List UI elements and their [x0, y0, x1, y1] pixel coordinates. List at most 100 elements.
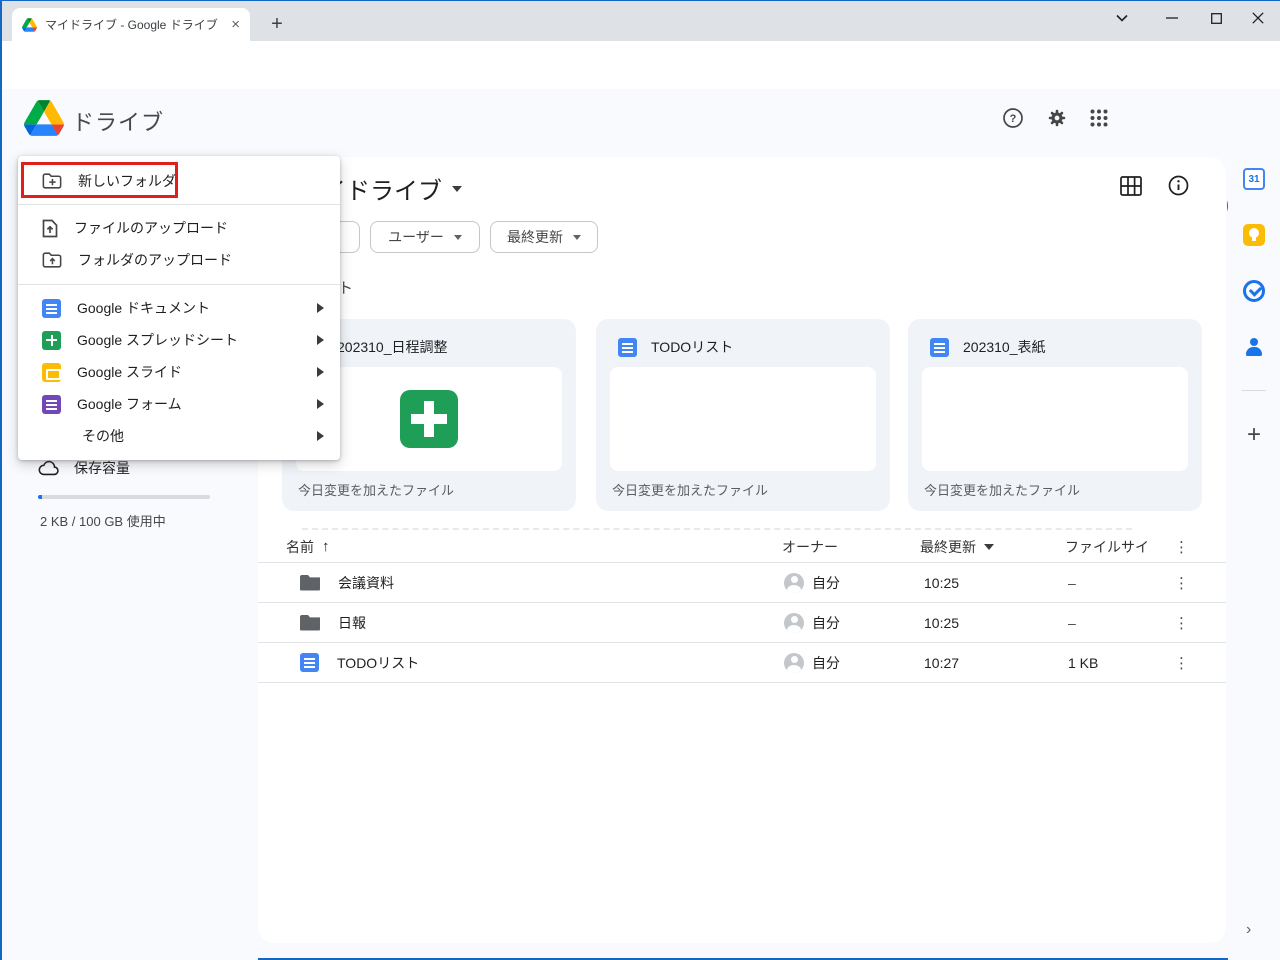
browser-toolbar: ← → ↻ drive.google.com/drive/my-drive ☆ …	[2, 41, 1280, 89]
tab-search-chevron-icon[interactable]	[1100, 1, 1144, 35]
chip-label: ユーザー	[388, 227, 444, 247]
owner-avatar	[784, 573, 804, 593]
browser-titlebar: マイドライブ - Google ドライブ × +	[2, 1, 1280, 41]
file-size: –	[1068, 615, 1076, 631]
chevron-down-icon	[454, 235, 462, 240]
column-header-modified[interactable]: 最終更新	[920, 531, 994, 562]
sheets-large-icon	[400, 390, 458, 448]
menu-item-google-sheets[interactable]: Google スプレッドシート	[18, 324, 340, 356]
calendar-icon[interactable]: 31	[1242, 167, 1266, 191]
row-kebab-icon[interactable]: ⋮	[1174, 603, 1189, 642]
row-kebab-icon[interactable]: ⋮	[1174, 563, 1189, 602]
menu-item-google-slides[interactable]: Google スライド	[18, 356, 340, 388]
chip-label: 最終更新	[507, 227, 563, 247]
storage-usage-text: 2 KB / 100 GB 使用中	[40, 511, 166, 530]
suggested-card-3[interactable]: 202310_表紙 今日変更を加えたファイル	[908, 319, 1202, 511]
contacts-icon[interactable]	[1242, 335, 1266, 359]
drive-favicon	[22, 18, 37, 32]
new-tab-button[interactable]: +	[264, 11, 290, 37]
menu-divider	[18, 204, 340, 205]
tasks-icon[interactable]	[1242, 279, 1266, 303]
file-upload-icon	[42, 219, 58, 238]
window-minimize-button[interactable]	[1150, 1, 1194, 35]
submenu-arrow-icon	[317, 399, 324, 409]
owner-avatar	[784, 653, 804, 673]
card-title: TODOリスト	[651, 337, 733, 357]
file-table-header: 名前↑ オーナー 最終更新 ファイルサイ ⋮	[258, 531, 1226, 563]
forms-icon	[42, 395, 61, 414]
storage-progress-bar	[38, 495, 210, 499]
suggested-card-2[interactable]: TODOリスト 今日変更を加えたファイル	[596, 319, 890, 511]
file-size: 1 KB	[1068, 655, 1098, 671]
menu-item-google-forms[interactable]: Google フォーム	[18, 388, 340, 420]
grid-view-toggle-icon[interactable]	[1120, 176, 1142, 196]
table-row[interactable]: 日報 自分 10:25 – ⋮	[258, 603, 1226, 643]
owner-avatar	[784, 613, 804, 633]
modified-time: 10:25	[924, 575, 959, 591]
file-name: TODOリスト	[337, 653, 419, 673]
file-size: –	[1068, 575, 1076, 591]
settings-gear-icon[interactable]	[1037, 98, 1077, 138]
cloud-icon	[38, 460, 60, 476]
submenu-arrow-icon	[317, 335, 324, 345]
submenu-arrow-icon	[317, 367, 324, 377]
modified-time: 10:27	[924, 655, 959, 671]
storage-label: 保存容量	[74, 458, 130, 478]
menu-item-more[interactable]: その他	[18, 420, 340, 452]
card-preview	[922, 367, 1188, 471]
help-icon[interactable]: ?	[993, 98, 1033, 138]
card-caption: 今日変更を加えたファイル	[612, 480, 768, 499]
drive-app-name: ドライブ	[72, 105, 164, 137]
menu-item-label: ファイルのアップロード	[74, 218, 324, 238]
column-header-size[interactable]: ファイルサイ	[1065, 531, 1149, 562]
sort-ascending-arrow-icon: ↑	[322, 538, 330, 555]
sheets-icon	[42, 331, 61, 350]
browser-tab[interactable]: マイドライブ - Google ドライブ ×	[12, 8, 250, 41]
docs-file-icon	[930, 338, 949, 357]
row-kebab-icon[interactable]: ⋮	[1174, 643, 1189, 682]
page-title-caret-icon	[452, 186, 462, 192]
card-title: 202310_日程調整	[337, 337, 448, 357]
drive-header: ドライブ ドライブで検索 ? ECCS Cloud Mail	[2, 89, 1280, 147]
folder-icon	[300, 615, 320, 631]
keep-icon[interactable]	[1242, 223, 1266, 247]
table-top-dashed-line	[302, 528, 1132, 530]
modified-time: 10:25	[924, 615, 959, 631]
slides-icon	[42, 363, 61, 382]
menu-item-google-docs[interactable]: Google ドキュメント	[18, 292, 340, 324]
drive-logo[interactable]	[24, 100, 64, 136]
menu-item-label: Google フォーム	[77, 394, 301, 414]
menu-item-file-upload[interactable]: ファイルのアップロード	[18, 212, 340, 244]
side-panel-divider	[1242, 390, 1266, 391]
filter-chip-modified[interactable]: 最終更新	[490, 221, 598, 253]
google-apps-grid-icon[interactable]	[1079, 98, 1119, 138]
owner-name: 自分	[812, 573, 840, 593]
tab-close-icon[interactable]: ×	[231, 16, 240, 33]
card-preview	[610, 367, 876, 471]
column-header-owner[interactable]: オーナー	[782, 531, 838, 562]
new-menu-dropdown: 新しいフォルダ ファイルのアップロード フォルダのアップロード Google ド…	[18, 156, 340, 460]
card-title: 202310_表紙	[963, 337, 1046, 357]
suggested-section-label-fragment: ト	[338, 277, 353, 298]
chevron-down-icon	[984, 544, 994, 550]
column-header-name[interactable]: 名前↑	[286, 531, 330, 562]
window-maximize-button[interactable]	[1194, 1, 1238, 35]
menu-item-folder-upload[interactable]: フォルダのアップロード	[18, 244, 340, 276]
filter-chip-user[interactable]: ユーザー	[370, 221, 480, 253]
add-panel-app-icon[interactable]: +	[1242, 423, 1266, 447]
expand-side-panel-chevron-icon[interactable]: ›	[1246, 921, 1251, 939]
file-name: 日報	[338, 613, 366, 633]
file-name: 会議資料	[338, 573, 394, 593]
menu-item-label: その他	[82, 426, 301, 446]
column-header-kebab-icon[interactable]: ⋮	[1174, 531, 1189, 562]
storage-item[interactable]: 保存容量	[38, 458, 130, 478]
submenu-arrow-icon	[317, 303, 324, 313]
table-row[interactable]: TODOリスト 自分 10:27 1 KB ⋮	[258, 643, 1226, 683]
annotation-highlight-box	[21, 162, 178, 198]
menu-item-label: Google スプレッドシート	[77, 330, 301, 350]
card-caption: 今日変更を加えたファイル	[298, 480, 454, 499]
details-info-icon[interactable]	[1168, 175, 1189, 196]
table-row[interactable]: 会議資料 自分 10:25 – ⋮	[258, 563, 1226, 603]
window-close-button[interactable]	[1236, 1, 1280, 35]
menu-divider	[18, 284, 340, 285]
